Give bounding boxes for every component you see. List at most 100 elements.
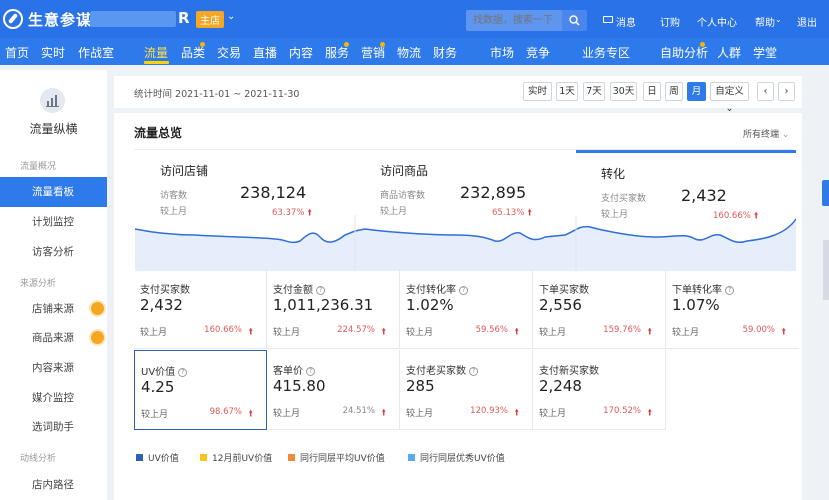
legend-item[interactable]: 12月前UV价值 [200, 451, 272, 464]
main-nav: 首页 实时 作战室 流量 品类 交易 直播 内容 服务 营销 物流 财务 市场 … [0, 38, 829, 65]
next-period-button[interactable]: › [778, 82, 795, 101]
metric-value: 4.25 [141, 378, 175, 396]
help-icon[interactable]: ? [306, 367, 315, 376]
metric-change: 160.66% [204, 325, 242, 335]
nav-new-dot [380, 42, 385, 47]
terminal-select[interactable]: 所有终端 ⌄ [743, 127, 789, 140]
card-title: 访问店铺 [160, 164, 209, 178]
legend-item[interactable]: 同行同层平均UV价值 [288, 451, 385, 464]
panel-title: 流量总览 [134, 126, 183, 140]
nav-content[interactable]: 内容 [289, 44, 313, 61]
legend-label: 12月前UV价值 [212, 454, 273, 464]
period-week-button[interactable]: 周 [665, 82, 683, 101]
metric-tile-selected[interactable]: UV价值? 4.25 较上月 98.67% 🠙 [134, 350, 267, 430]
metric-change: 59.56% [475, 325, 508, 335]
floating-side-tab[interactable] [822, 180, 829, 206]
metric-tile[interactable]: 客单价? 415.80 较上月 24.51% 🠙 [267, 350, 400, 430]
help-link[interactable]: 帮助 [755, 14, 775, 29]
period-realtime-button[interactable]: 实时 [523, 82, 552, 101]
metric-tile[interactable]: 支付买家数 2,432 较上月 160.66% 🠙 [134, 269, 267, 349]
nav-realtime[interactable]: 实时 [41, 44, 65, 61]
nav-home[interactable]: 首页 [5, 44, 29, 61]
up-arrow-icon: 🠙 [381, 327, 386, 337]
period-1day-button[interactable]: 1天 [556, 82, 578, 101]
metric-compare-label: 较上月 [539, 409, 567, 419]
metric-compare-label: 较上月 [141, 410, 169, 420]
mail-icon [603, 16, 613, 23]
help-icon[interactable]: ? [459, 286, 468, 295]
search-icon [569, 15, 580, 26]
prev-period-button[interactable]: ‹ [757, 82, 774, 101]
period-30day-button[interactable]: 30天 [610, 82, 637, 101]
sidebar-item-plan-monitor[interactable]: 计划监控 [0, 207, 107, 237]
metric-label: 支付新买家数 [539, 366, 599, 377]
sidebar-new-badge [91, 331, 104, 344]
brand-name[interactable]: 生意参谋 [28, 9, 92, 30]
card-value: 238,124 [240, 183, 307, 202]
sidebar-item-media-monitor[interactable]: 媒介监控 [0, 383, 107, 413]
nav-active-underline [144, 61, 169, 64]
nav-market[interactable]: 市场 [490, 44, 514, 61]
messages-link[interactable]: 消息 [616, 14, 636, 29]
metric-name: UV价值? [141, 363, 188, 378]
sidebar-item-store-path[interactable]: 店内路径 [0, 470, 107, 500]
nav-new-dot [700, 42, 705, 47]
nav-finance[interactable]: 财务 [433, 44, 457, 61]
help-icon[interactable]: ? [725, 286, 734, 295]
metric-tile[interactable]: 支付转化率? 1.02% 较上月 59.56% 🠙 [400, 269, 533, 349]
metric-change: 170.52% [603, 406, 641, 416]
help-icon[interactable]: ? [178, 368, 188, 377]
shop-badge: 主店 [196, 11, 224, 28]
personal-center-link[interactable]: 个人中心 [697, 14, 737, 29]
metric-tile[interactable]: 下单转化率? 1.07% 较上月 59.00% 🠙 [666, 269, 799, 349]
search-button[interactable] [562, 10, 587, 31]
search-input[interactable] [466, 10, 562, 31]
up-arrow-icon: 🠙 [781, 327, 786, 337]
help-chevron-icon[interactable]: ⌄ [775, 15, 782, 24]
metric-label: 客单价 [273, 366, 303, 377]
compass-logo-icon [3, 9, 23, 29]
period-7day-button[interactable]: 7天 [583, 82, 605, 101]
metric-tile[interactable]: 支付新买家数 2,248 较上月 170.52% 🠙 [533, 350, 666, 430]
metric-label: 支付买家数 [140, 285, 190, 296]
sidebar-item-content-source[interactable]: 内容来源 [0, 353, 107, 383]
nav-academy[interactable]: 学堂 [753, 44, 777, 61]
nav-competition[interactable]: 竞争 [526, 44, 550, 61]
up-arrow-icon: 🠙 [514, 408, 519, 418]
top-bar: 生意参谋 R 主店 ⌄ 消息 订购 个人中心 帮助 ⌄ 退出 [0, 0, 829, 38]
help-icon[interactable]: ? [469, 367, 478, 376]
logout-link[interactable]: 退出 [797, 14, 817, 29]
subscribe-link[interactable]: 订购 [660, 14, 680, 29]
legend-label: 同行同层平均UV价值 [300, 454, 385, 464]
metric-tile[interactable]: 支付金额? 1,011,236.31 较上月 224.57% 🠙 [267, 269, 400, 349]
nav-live[interactable]: 直播 [253, 44, 277, 61]
metric-name: 客单价? [273, 362, 315, 377]
nav-business-zone[interactable]: 业务专区 [582, 44, 630, 61]
sidebar-item-keyword-helper[interactable]: 选词助手 [0, 412, 107, 442]
nav-traffic[interactable]: 流量 [144, 44, 168, 61]
nav-logistics[interactable]: 物流 [397, 44, 421, 61]
nav-crowd[interactable]: 人群 [717, 44, 741, 61]
period-day-button[interactable]: 日 [643, 82, 661, 101]
scrollbar[interactable] [823, 240, 829, 300]
sidebar-item-visitor-analysis[interactable]: 访客分析 [0, 237, 107, 267]
period-custom-button[interactable]: 自定义 ⌄ [710, 82, 749, 114]
shop-switch-chevron-icon[interactable]: ⌄ [227, 11, 235, 22]
nav-trade[interactable]: 交易 [217, 44, 241, 61]
legend-item[interactable]: UV价值 [136, 451, 179, 464]
metric-compare-label: 较上月 [140, 328, 168, 338]
legend-item[interactable]: 同行同层优秀UV价值 [408, 451, 505, 464]
metric-name: 支付转化率? [406, 281, 468, 296]
metric-tile[interactable]: 下单买家数 2,556 较上月 159.76% 🠙 [533, 269, 666, 349]
sidebar-item-traffic-board[interactable]: 流量看板 [0, 177, 107, 207]
up-arrow-icon: 🠙 [248, 409, 253, 419]
help-icon[interactable]: ? [316, 286, 325, 295]
metric-label: 下单买家数 [539, 285, 589, 296]
metric-tile[interactable]: 支付老买家数? 285 较上月 120.93% 🠙 [400, 350, 533, 430]
metric-label: 支付转化率 [406, 285, 456, 296]
nav-war-room[interactable]: 作战室 [78, 44, 114, 61]
traffic-chart-icon [40, 88, 65, 113]
sidebar-group-label: 流量概况 [20, 162, 57, 172]
legend-swatch [136, 454, 143, 461]
period-month-button[interactable]: 月 [687, 82, 706, 101]
